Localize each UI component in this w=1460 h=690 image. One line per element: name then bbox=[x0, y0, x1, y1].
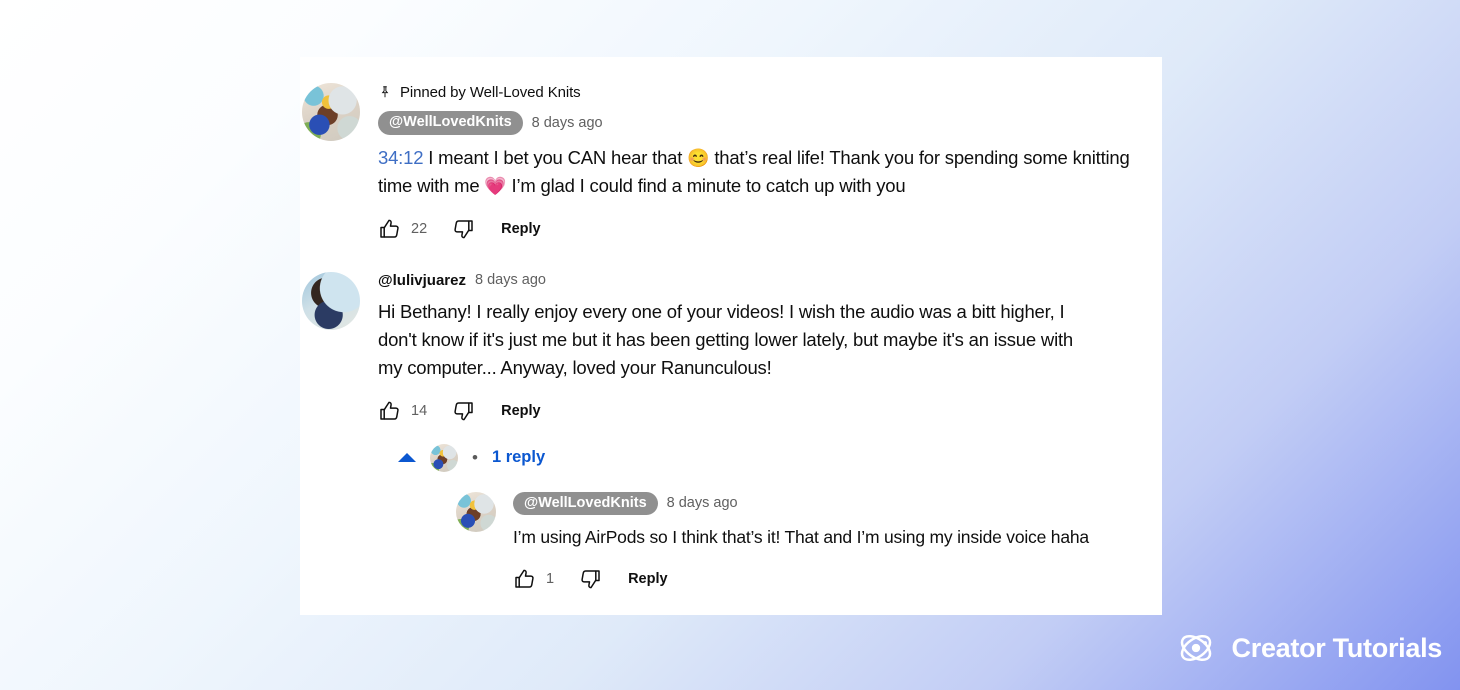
reply-text: I’m using AirPods so I think that’s it! … bbox=[513, 527, 1089, 547]
author-name[interactable]: @WellLovedKnits bbox=[378, 111, 523, 135]
avatar[interactable] bbox=[302, 83, 360, 141]
comment-timestamp[interactable]: 8 days ago bbox=[475, 272, 546, 288]
thumbs-down-icon[interactable] bbox=[451, 399, 475, 423]
like-count: 1 bbox=[546, 571, 555, 587]
comment-text-part-3: I’m glad I could find a minute to catch … bbox=[506, 174, 906, 196]
replies-toggle[interactable]: • 1 reply bbox=[398, 443, 1162, 472]
pinned-label: Pinned by Well-Loved Knits bbox=[400, 83, 581, 101]
comment-text: Hi Bethany! I really enjoy every one of … bbox=[378, 300, 1074, 378]
comment-body: Pinned by Well-Loved Knits @WellLovedKni… bbox=[360, 83, 1162, 244]
pin-icon bbox=[378, 84, 392, 100]
comment-meta: @WellLovedKnits 8 days ago bbox=[378, 111, 1162, 135]
video-timestamp-link[interactable]: 34:12 bbox=[378, 147, 423, 168]
thumbs-up-icon[interactable] bbox=[378, 399, 402, 423]
author-name[interactable]: @lulivjuarez bbox=[378, 272, 466, 289]
reply-button[interactable]: Reply bbox=[501, 221, 541, 237]
brand-name: Creator Tutorials bbox=[1231, 632, 1443, 663]
comment-text: 34:12 I meant I bet you CAN hear that 😊 … bbox=[378, 144, 1138, 200]
comment-meta: @lulivjuarez 8 days ago bbox=[378, 272, 1162, 289]
comments-card: Pinned by Well-Loved Knits @WellLovedKni… bbox=[300, 57, 1162, 615]
reply-timestamp[interactable]: 8 days ago bbox=[667, 495, 738, 511]
avatar[interactable] bbox=[456, 491, 496, 532]
atom-orbit-icon bbox=[1176, 628, 1216, 668]
comment-text-part-1: I meant I bet you CAN hear that bbox=[423, 146, 688, 168]
comment-timestamp[interactable]: 8 days ago bbox=[532, 115, 603, 131]
comment-actions: 14 Reply bbox=[378, 396, 1162, 426]
thumbs-up-icon[interactable] bbox=[378, 217, 402, 241]
avatar[interactable] bbox=[302, 271, 360, 330]
thumbs-down-icon[interactable] bbox=[451, 217, 475, 241]
chevron-up-icon[interactable] bbox=[398, 453, 416, 462]
author-name[interactable]: @WellLovedKnits bbox=[513, 491, 658, 515]
watermark: Creator Tutorials bbox=[1176, 628, 1442, 668]
heart-emoji: 💗 bbox=[484, 175, 507, 196]
reply-button[interactable]: Reply bbox=[501, 403, 541, 419]
thumbs-down-icon[interactable] bbox=[578, 567, 602, 591]
comment-item: Pinned by Well-Loved Knits @WellLovedKni… bbox=[300, 83, 1162, 244]
comment-actions: 22 Reply bbox=[378, 214, 1162, 244]
reply-actions: 1 Reply bbox=[513, 564, 1162, 594]
thumbs-up-icon[interactable] bbox=[513, 567, 537, 591]
pinned-banner: Pinned by Well-Loved Knits bbox=[378, 83, 1162, 101]
replies-count-label[interactable]: 1 reply bbox=[492, 448, 545, 467]
comment-item: @lulivjuarez 8 days ago Hi Bethany! I re… bbox=[300, 271, 1162, 595]
reply-button[interactable]: Reply bbox=[628, 571, 668, 587]
reply-avatar-thumb bbox=[430, 443, 458, 472]
reply-meta: @WellLovedKnits 8 days ago bbox=[513, 491, 1162, 515]
smile-emoji: 😊 bbox=[687, 147, 710, 168]
like-count: 14 bbox=[411, 402, 428, 419]
comment-body: @lulivjuarez 8 days ago Hi Bethany! I re… bbox=[360, 272, 1162, 595]
like-count: 22 bbox=[411, 220, 428, 237]
separator-dot: • bbox=[472, 448, 478, 467]
reply-body: @WellLovedKnits 8 days ago I’m using Air… bbox=[496, 491, 1162, 595]
reply-item: @WellLovedKnits 8 days ago I’m using Air… bbox=[456, 491, 1162, 595]
